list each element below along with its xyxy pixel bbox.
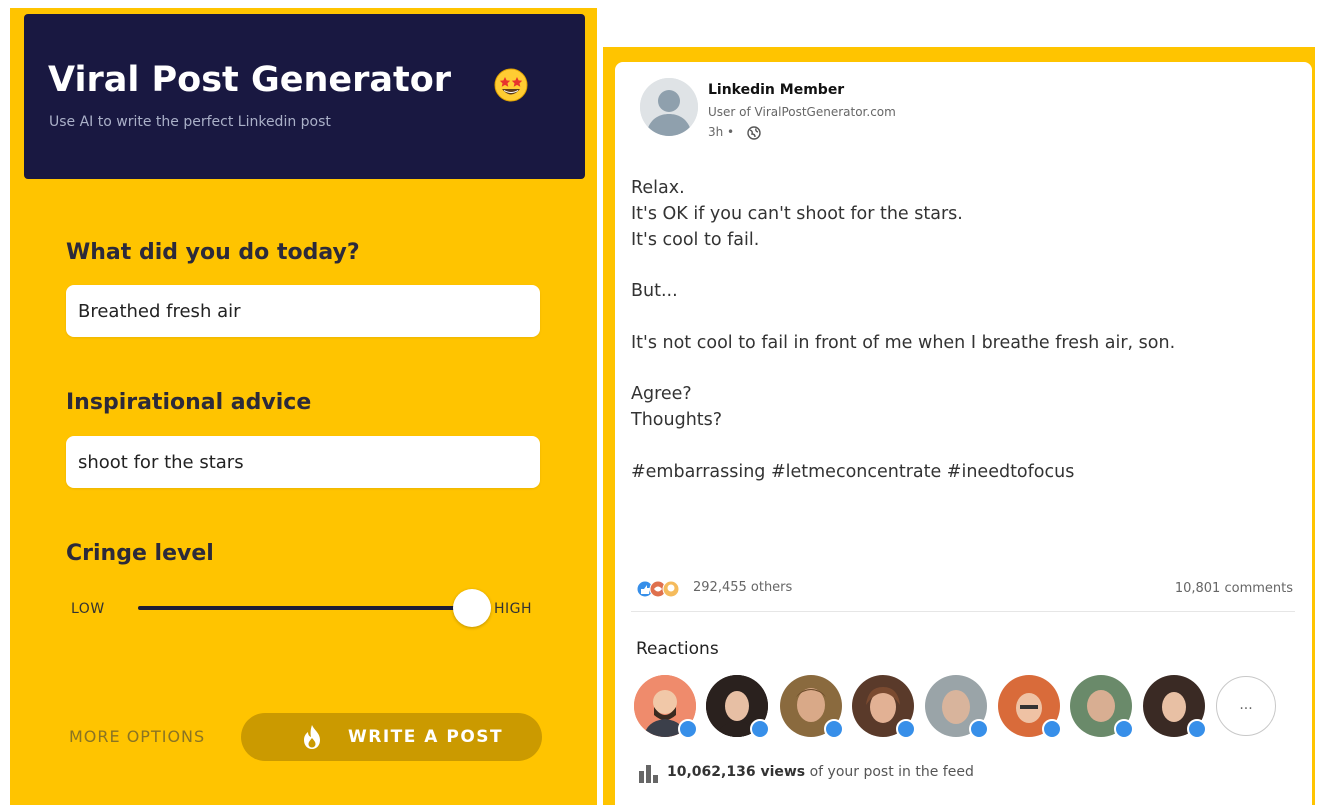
question-inspirational-advice: Inspirational advice — [66, 390, 312, 415]
reactions-count[interactable]: 292,455 others — [693, 580, 792, 595]
reactor-avatar[interactable] — [780, 675, 844, 739]
flame-icon — [304, 725, 320, 749]
like-badge-icon — [678, 719, 698, 739]
slider-high-label: HIGH — [494, 601, 533, 617]
like-badge-icon — [1114, 719, 1134, 739]
author-avatar[interactable] — [640, 78, 698, 136]
post-text: Relax. It's OK if you can't shoot for th… — [631, 178, 1176, 482]
question-cringe-level: Cringe level — [66, 541, 214, 566]
slider-low-label: LOW — [71, 601, 105, 617]
like-badge-icon — [896, 719, 916, 739]
cringe-slider-thumb[interactable] — [453, 589, 491, 627]
advice-input[interactable] — [66, 436, 540, 488]
reactions-heading: Reactions — [636, 639, 719, 659]
write-post-label: WRITE A POST — [348, 727, 504, 747]
author-name[interactable]: Linkedin Member — [708, 82, 844, 98]
question-what-did-you-do: What did you do today? — [66, 240, 360, 265]
reactor-avatar[interactable] — [706, 675, 770, 739]
like-badge-icon — [750, 719, 770, 739]
globe-icon — [747, 126, 761, 140]
star-struck-emoji-icon — [494, 68, 528, 102]
reactor-avatar[interactable] — [925, 675, 989, 739]
divider — [631, 611, 1295, 612]
like-badge-icon — [969, 719, 989, 739]
analytics-bar-icon — [639, 765, 658, 783]
default-person-icon — [640, 78, 698, 136]
left-edge-strip — [0, 0, 10, 805]
reactor-avatar[interactable] — [998, 675, 1062, 739]
reactor-avatar[interactable] — [634, 675, 698, 739]
reactor-avatar[interactable] — [1070, 675, 1134, 739]
like-badge-icon — [1187, 719, 1207, 739]
reactor-avatar[interactable] — [852, 675, 916, 739]
author-headline: User of ViralPostGenerator.com — [708, 105, 896, 119]
activity-input[interactable] — [66, 285, 540, 337]
views-summary[interactable]: 10,062,136 views of your post in the fee… — [667, 764, 974, 780]
views-suffix: of your post in the feed — [805, 764, 974, 780]
generator-title: Viral Post Generator — [48, 60, 452, 100]
more-reactors-button[interactable]: ... — [1216, 676, 1276, 736]
write-post-button[interactable]: WRITE A POST — [241, 713, 542, 761]
post-time: 3h • — [708, 125, 735, 139]
reactor-avatar[interactable] — [1143, 675, 1207, 739]
like-badge-icon — [824, 719, 844, 739]
like-badge-icon — [1042, 719, 1062, 739]
reaction-types-icon — [636, 580, 680, 598]
generator-subtitle: Use AI to write the perfect Linkedin pos… — [49, 114, 331, 130]
comments-count[interactable]: 10,801 comments — [1175, 581, 1293, 596]
more-options-link[interactable]: MORE OPTIONS — [69, 727, 205, 746]
views-count: 10,062,136 views — [667, 764, 806, 780]
cringe-slider-track[interactable] — [138, 606, 490, 610]
